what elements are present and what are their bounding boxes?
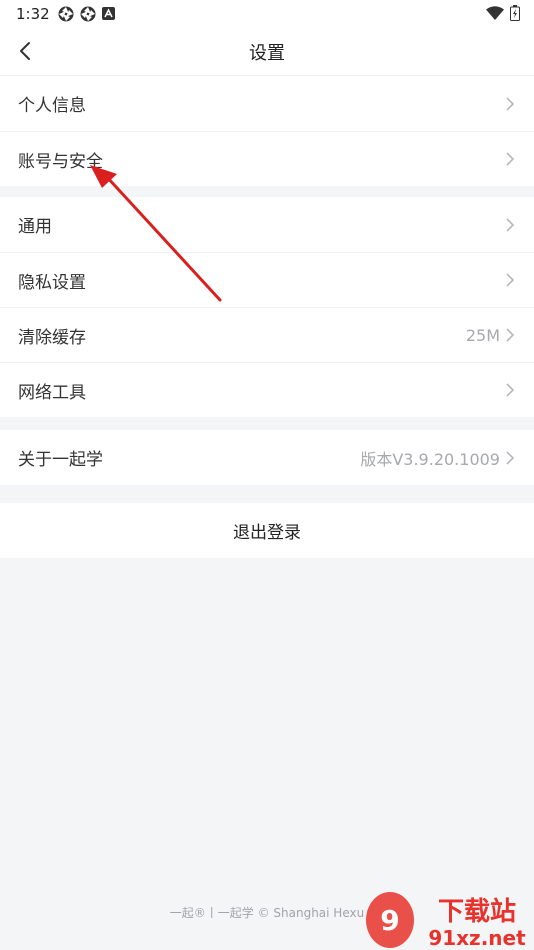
settings-item-label: 通用 <box>18 217 52 237</box>
chevron-right-icon <box>504 272 516 288</box>
svg-text:9: 9 <box>380 904 399 937</box>
chevron-right-icon <box>504 96 516 112</box>
settings-group-general: 通用 隐私设置 清除缓存 25M 网络工具 <box>0 197 534 417</box>
chevron-right-icon <box>504 151 516 167</box>
chevron-right-icon <box>504 327 516 343</box>
status-notification-icons <box>58 6 115 22</box>
logout-label: 退出登录 <box>233 523 301 543</box>
chevron-right-icon <box>504 382 516 398</box>
settings-item-network-tools[interactable]: 网络工具 <box>0 362 534 417</box>
settings-item-about[interactable]: 关于一起学 版本V3.9.20.1009 <box>0 430 534 485</box>
watermark-top: 下载站 <box>438 897 516 927</box>
battery-icon <box>510 5 520 21</box>
status-system-icons <box>486 5 520 21</box>
logout-button[interactable]: 退出登录 <box>0 503 534 558</box>
site-watermark-logo: 9 下载站 91xz.net <box>366 892 526 950</box>
settings-item-privacy[interactable]: 隐私设置 <box>0 252 534 307</box>
settings-item-personal-info[interactable]: 个人信息 <box>0 76 534 131</box>
navigation-bar: 设置 <box>0 28 534 76</box>
wifi-icon <box>486 6 504 20</box>
chevron-right-icon <box>504 217 516 233</box>
settings-item-clear-cache[interactable]: 清除缓存 25M <box>0 307 534 362</box>
version-value: 版本V3.9.20.1009 <box>360 449 500 469</box>
settings-item-label: 网络工具 <box>18 382 86 403</box>
settings-item-label: 个人信息 <box>18 96 86 116</box>
app-a-icon <box>102 7 115 20</box>
settings-item-account-security[interactable]: 账号与安全 <box>0 131 534 186</box>
settings-item-general[interactable]: 通用 <box>0 197 534 252</box>
aperture-icon <box>80 6 96 22</box>
settings-group-about: 关于一起学 版本V3.9.20.1009 <box>0 430 534 485</box>
watermark-bottom: 91xz.net <box>428 926 526 950</box>
settings-item-label: 隐私设置 <box>18 272 86 293</box>
chevron-right-icon <box>504 450 516 466</box>
cache-size-value: 25M <box>465 325 500 345</box>
settings-item-label: 账号与安全 <box>18 151 103 172</box>
status-time: 1:32 <box>16 5 50 23</box>
aperture-icon <box>58 6 74 22</box>
settings-item-label: 清除缓存 <box>18 327 86 348</box>
settings-group-account: 个人信息 账号与安全 <box>0 76 534 186</box>
settings-item-label: 关于一起学 <box>18 450 103 470</box>
page-title: 设置 <box>249 43 285 64</box>
status-bar: 1:32 <box>0 0 534 28</box>
